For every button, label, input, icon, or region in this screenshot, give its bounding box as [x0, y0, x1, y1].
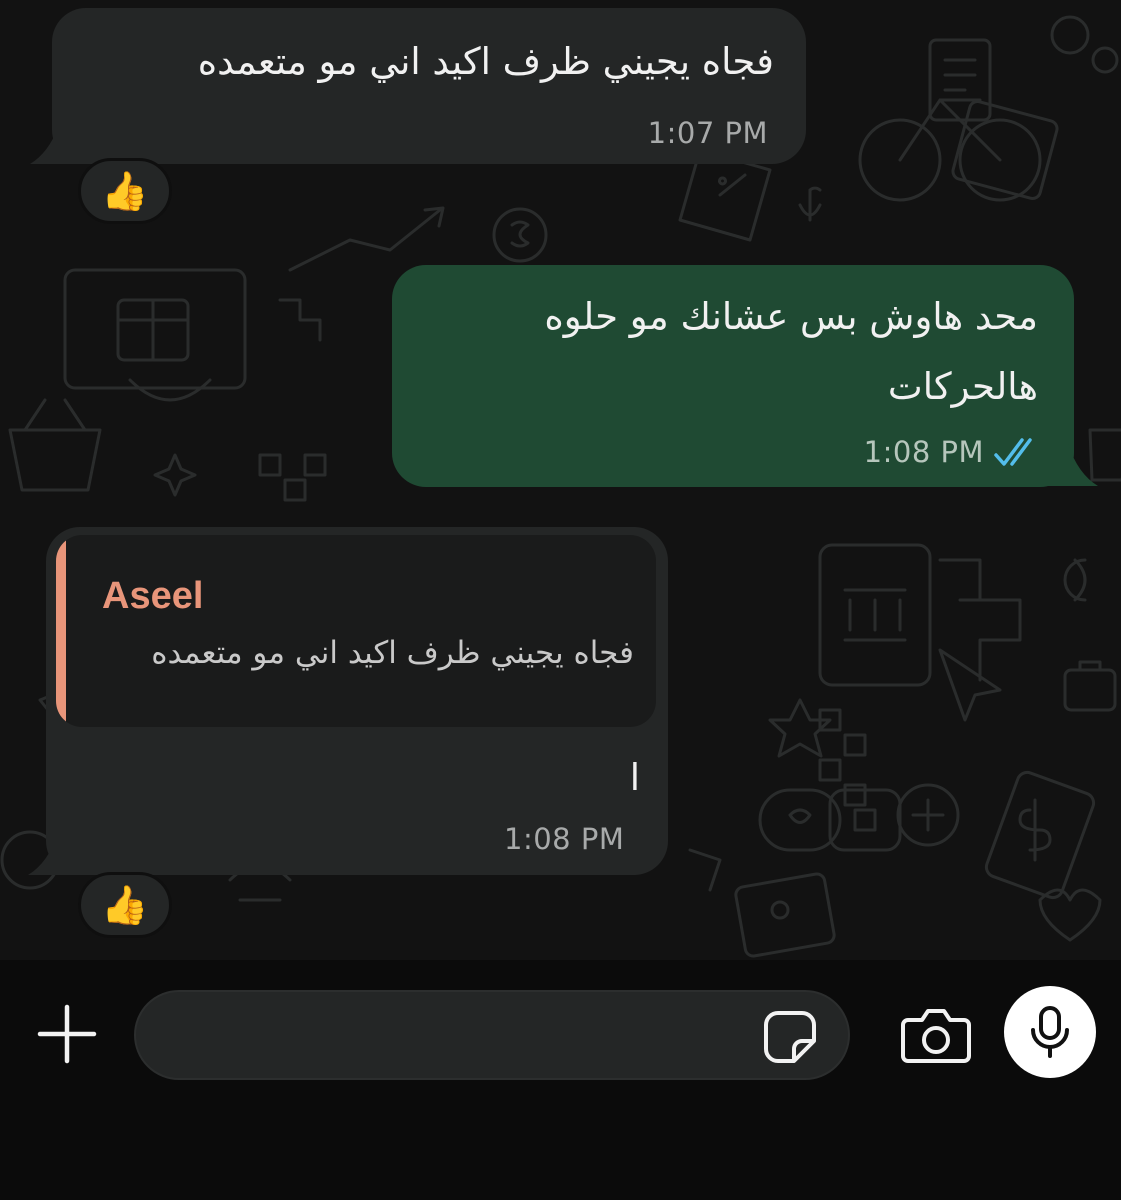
microphone-button[interactable]	[1004, 986, 1096, 1078]
message-text-line-2: هالحركات	[887, 365, 1038, 408]
chat-area[interactable]: فجاه يجيني ظرف اكيد اني مو متعمده 1:07 P…	[0, 0, 1121, 960]
camera-icon[interactable]	[900, 1006, 972, 1066]
message-bubble-incoming[interactable]: فجاه يجيني ظرف اكيد اني مو متعمده 1:07 P…	[52, 8, 806, 164]
quote-accent-bar	[56, 535, 66, 727]
message-timestamp: 1:07 PM	[647, 116, 768, 150]
quote-text: فجاه يجيني ظرف اكيد اني مو متعمده	[151, 635, 634, 671]
reaction-thumbs-up[interactable]: 👍	[78, 872, 172, 938]
double-check-icon	[994, 438, 1032, 466]
sticker-icon[interactable]	[762, 1009, 818, 1065]
bubble-tail	[30, 122, 88, 164]
bubble-tail	[1040, 444, 1098, 486]
message-timestamp: 1:08 PM	[504, 822, 625, 856]
reaction-thumbs-up[interactable]: 👍	[78, 158, 172, 224]
message-text: ا	[629, 756, 640, 799]
bubble-tail	[28, 833, 86, 875]
message-text: فجاه يجيني ظرف اكيد اني مو متعمده	[197, 40, 774, 83]
quoted-message[interactable]: Aseel فجاه يجيني ظرف اكيد اني مو متعمده	[56, 535, 656, 727]
message-input[interactable]	[134, 990, 850, 1080]
message-bubble-outgoing[interactable]: محد هاوش بس عشانك مو حلوه هالحركات 1:08 …	[392, 265, 1074, 487]
microphone-icon	[1031, 1006, 1069, 1058]
quote-author: Aseel	[102, 575, 204, 617]
message-input-text[interactable]	[166, 1014, 750, 1060]
message-text-line-1: محد هاوش بس عشانك مو حلوه	[544, 295, 1038, 338]
message-timestamp: 1:08 PM	[863, 435, 984, 469]
plus-icon[interactable]	[36, 1003, 98, 1065]
